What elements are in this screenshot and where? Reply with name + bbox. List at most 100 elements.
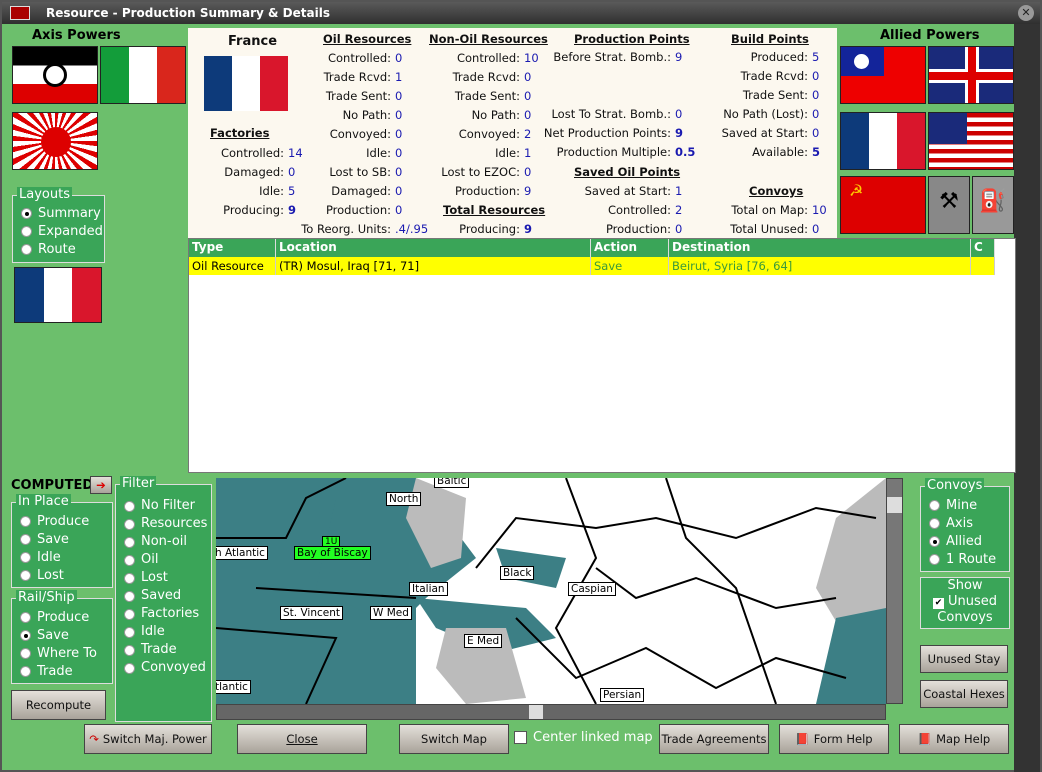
col-type[interactable]: Type xyxy=(189,239,276,257)
italy-flag[interactable] xyxy=(100,46,186,104)
in-place-radio-idle[interactable]: Idle xyxy=(12,548,112,566)
radio-circle[interactable] xyxy=(124,590,135,602)
book-icon: 📕 xyxy=(917,732,933,746)
rail-ship-radio-save[interactable]: Save xyxy=(12,626,112,644)
total-label: Producing: xyxy=(459,222,520,236)
radio-circle[interactable] xyxy=(124,500,135,512)
filter-radio-non-oil[interactable]: Non-oil xyxy=(116,533,211,551)
col-destination[interactable]: Destination xyxy=(669,239,971,257)
oil-label: Idle: xyxy=(366,146,391,160)
in-place-radio-save[interactable]: Save xyxy=(12,530,112,548)
trade-agreements-button[interactable]: Trade Agreements xyxy=(659,724,769,754)
germany-flag[interactable] xyxy=(12,46,98,104)
oil-value: 0 xyxy=(395,165,403,179)
map-label-e-med[interactable]: E Med xyxy=(464,634,503,648)
oil-value: 0 xyxy=(395,51,403,65)
close-button[interactable]: Close xyxy=(237,724,367,754)
col-action[interactable]: Action xyxy=(591,239,669,257)
radio-circle[interactable] xyxy=(929,553,940,565)
radio-circle[interactable] xyxy=(124,518,135,530)
convoys-radio-allied[interactable]: Allied xyxy=(921,532,1009,550)
rail-ship-radio-produce[interactable]: Produce xyxy=(12,608,112,626)
usa-flag[interactable] xyxy=(928,112,1014,170)
radio-circle[interactable] xyxy=(124,554,135,566)
col-c[interactable]: C xyxy=(971,239,995,257)
form-help-button[interactable]: 📕 Form Help xyxy=(779,724,889,754)
radio-circle[interactable] xyxy=(929,499,940,511)
show-unused-checkbox[interactable]: ✔ xyxy=(932,598,944,609)
in-place-radio-produce[interactable]: Produce xyxy=(12,512,112,530)
map-label-black[interactable]: Black xyxy=(500,566,535,580)
unused-label: Unused xyxy=(947,594,998,609)
col-location[interactable]: Location xyxy=(276,239,591,257)
coastal-hexes-button[interactable]: Coastal Hexes xyxy=(920,680,1008,708)
china-flag[interactable] xyxy=(840,46,926,104)
map-label-bay-of-biscay[interactable]: Bay of Biscay xyxy=(294,546,371,560)
filter-radio-convoyed[interactable]: Convoyed xyxy=(116,659,211,677)
convoys-radio-mine[interactable]: Mine xyxy=(921,496,1009,514)
layout-summary-radio[interactable]: Summary xyxy=(13,204,104,222)
map-vertical-scrollbar[interactable] xyxy=(886,478,903,704)
switch-major-power-button[interactable]: ↷ Switch Maj. Power xyxy=(84,724,212,754)
rail-ship-radio-where-to[interactable]: Where To xyxy=(12,644,112,662)
switch-map-button[interactable]: Switch Map xyxy=(399,724,509,754)
window-scrollbar[interactable] xyxy=(1014,24,1040,772)
map-label-italian[interactable]: Italian xyxy=(409,582,448,596)
convoys-radio-axis[interactable]: Axis xyxy=(921,514,1009,532)
radio-circle[interactable] xyxy=(124,662,135,674)
nonoil-title: Non-Oil Resources xyxy=(429,32,548,46)
radio-circle[interactable] xyxy=(20,611,31,623)
show-unused-convoys[interactable]: Show ✔ Unused Convoys xyxy=(920,577,1010,629)
resource-window: Resource - Production Summary & Details … xyxy=(0,0,1042,772)
convoys-radio-1-route[interactable]: 1 Route xyxy=(921,550,1009,568)
map-label-persian[interactable]: Persian xyxy=(600,688,645,702)
map-label-north[interactable]: North xyxy=(386,492,422,506)
radio-circle[interactable] xyxy=(20,533,31,545)
factories-label: Damaged: xyxy=(224,165,284,179)
map-help-button[interactable]: 📕 Map Help xyxy=(899,724,1009,754)
radio-circle[interactable] xyxy=(20,647,31,659)
radio-circle[interactable] xyxy=(20,665,31,677)
map-view[interactable]: Baltic North 1U Bay of Biscay h Atlantic… xyxy=(216,478,886,704)
rail-ship-radio-trade[interactable]: Trade xyxy=(12,662,112,680)
radio-circle[interactable] xyxy=(124,608,135,620)
nonoil-label: Trade Sent: xyxy=(454,89,520,103)
radio-circle[interactable] xyxy=(20,551,31,563)
oil-title: Oil Resources xyxy=(323,32,412,46)
in-place-title: In Place xyxy=(16,494,71,509)
radio-circle[interactable] xyxy=(124,572,135,584)
radio-circle[interactable] xyxy=(929,517,940,529)
france-flag-allied[interactable] xyxy=(840,112,926,170)
mines-resource-icon[interactable]: ⚒ xyxy=(928,176,970,234)
recompute-button[interactable]: Recompute xyxy=(11,690,106,720)
map-label-st-vincent[interactable]: St. Vincent xyxy=(280,606,343,620)
radio-circle[interactable] xyxy=(124,536,135,548)
center-linked-checkbox[interactable] xyxy=(514,731,527,744)
center-linked-map[interactable]: Center linked map xyxy=(514,730,653,745)
map-help-label: Map Help xyxy=(936,732,991,746)
center-linked-label: Center linked map xyxy=(533,730,653,745)
nonoil-label: Trade Rcvd: xyxy=(452,70,520,84)
close-window-button[interactable]: ✕ xyxy=(1018,5,1034,21)
map-label-caspian[interactable]: Caspian xyxy=(568,582,616,596)
radio-circle[interactable] xyxy=(929,535,940,547)
computed-arrow-button[interactable]: ➔ xyxy=(90,476,112,494)
map-horizontal-scrollbar[interactable] xyxy=(216,704,886,720)
japan-flag[interactable] xyxy=(12,112,98,170)
in-place-radio-lost[interactable]: Lost xyxy=(12,566,112,584)
radio-circle[interactable] xyxy=(124,644,135,656)
radio-circle[interactable] xyxy=(20,515,31,527)
ussr-flag[interactable]: ☭ xyxy=(840,176,926,234)
radio-circle[interactable] xyxy=(20,569,31,581)
map-label-atlantic-south[interactable]: tlantic xyxy=(216,680,251,694)
radio-circle[interactable] xyxy=(20,629,31,641)
oil-derrick-icon[interactable]: ⛽ xyxy=(972,176,1014,234)
map-label-atlantic[interactable]: h Atlantic xyxy=(216,546,268,560)
radio-circle[interactable] xyxy=(124,626,135,638)
layout-expanded-radio[interactable]: Expanded xyxy=(13,222,104,240)
layout-route-radio[interactable]: Route xyxy=(13,240,104,258)
uk-flag[interactable] xyxy=(928,46,1014,104)
map-label-baltic[interactable]: Baltic xyxy=(434,478,470,488)
map-label-w-med[interactable]: W Med xyxy=(370,606,412,620)
unused-stay-button[interactable]: Unused Stay xyxy=(920,645,1008,673)
